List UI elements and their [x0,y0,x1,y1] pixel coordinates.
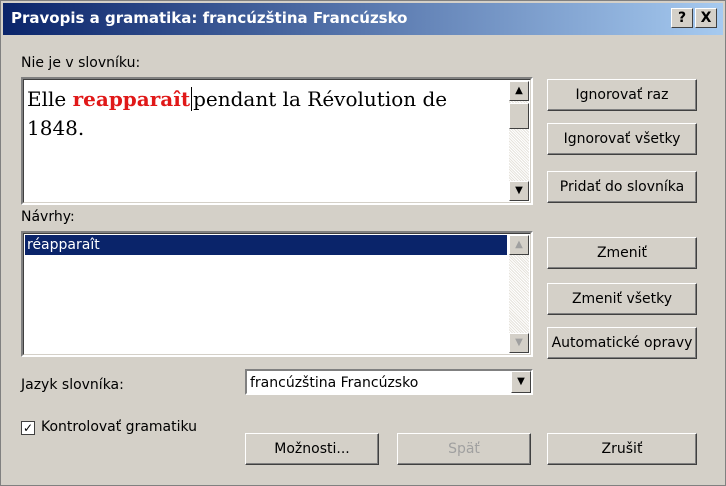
context-before: Elle [27,87,73,111]
add-to-dictionary-button[interactable]: Pridať do slovníka [547,171,697,203]
context-line2: 1848. [27,116,85,140]
not-in-dictionary-label: Nie je v slovníku: [21,55,141,71]
dictionary-language-value: francúzština Francúzsko [250,375,419,391]
dictionary-language-select[interactable]: francúzština Francúzsko ▼ [245,369,533,395]
suggestion-item[interactable]: réapparaît [25,235,507,255]
options-button[interactable]: Možnosti... [245,433,379,465]
window-title: Pravopis a gramatika: francúzština Franc… [11,9,408,27]
misspelled-word: reapparaît [72,87,191,111]
context-scrollbar[interactable]: ▲ ▼ [509,81,529,201]
suggestions-scrollbar[interactable]: ▲ ▼ [509,235,529,353]
change-all-button[interactable]: Zmeniť všetky [547,283,697,315]
ignore-once-button[interactable]: Ignorovať raz [547,79,697,111]
scroll-thumb[interactable] [509,103,529,129]
check-grammar-label[interactable]: Kontrolovať gramatiku [41,419,197,435]
undo-button[interactable]: Späť [397,433,531,465]
cancel-button[interactable]: Zrušiť [547,433,697,465]
title-bar: Pravopis a gramatika: francúzština Franc… [3,3,723,35]
context-after: pendant la Révolution de [193,87,448,111]
not-in-dictionary-textbox[interactable]: Elle reapparaît pendant la Révolution de … [21,77,533,205]
help-button[interactable]: ? [671,8,693,28]
chevron-down-icon[interactable]: ▼ [511,371,531,393]
autocorrect-button[interactable]: Automatické opravy [547,327,697,359]
check-grammar-checkbox[interactable]: ✓ [21,421,35,435]
suggestions-scroll-up-icon[interactable]: ▲ [509,235,529,255]
ignore-all-button[interactable]: Ignorovať všetky [547,123,697,155]
close-button[interactable]: X [695,8,717,28]
context-text[interactable]: Elle reapparaît pendant la Révolution de … [27,85,501,143]
suggestions-scroll-down-icon[interactable]: ▼ [509,333,529,353]
scroll-down-icon[interactable]: ▼ [509,181,529,201]
suggestions-list[interactable]: réapparaît ▲ ▼ [21,231,533,357]
change-button[interactable]: Zmeniť [547,237,697,269]
text-caret [191,87,193,111]
dictionary-language-label: Jazyk slovníka: [21,377,124,393]
scroll-up-icon[interactable]: ▲ [509,81,529,101]
checkmark-icon: ✓ [22,421,34,435]
spelling-dialog: Pravopis a gramatika: francúzština Franc… [0,0,726,486]
suggestions-label: Návrhy: [21,209,75,225]
